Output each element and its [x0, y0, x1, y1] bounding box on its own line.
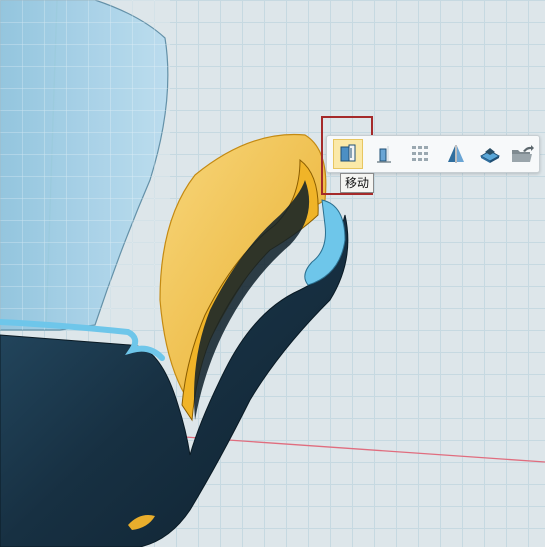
- place-on-surface-tool-button[interactable]: [475, 139, 505, 169]
- move-tool-tooltip: 移动: [340, 173, 375, 193]
- model-scene[interactable]: [0, 0, 545, 547]
- x-axis-line: [184, 436, 545, 463]
- 3d-viewport[interactable]: 移动: [0, 0, 545, 547]
- export-folder-icon: [512, 145, 534, 162]
- mirror-icon: [448, 145, 464, 163]
- align-icon: [377, 146, 391, 163]
- place-on-surface-icon: [479, 148, 501, 163]
- export-tool-button[interactable]: [507, 139, 537, 169]
- array-tool-button[interactable]: [405, 139, 435, 169]
- transform-toolbar: [326, 135, 540, 173]
- glass-shell-grid: [0, 0, 170, 330]
- mirror-tool-button[interactable]: [441, 139, 471, 169]
- align-tool-button[interactable]: [369, 139, 399, 169]
- move-icon: [340, 144, 356, 162]
- move-tool-button[interactable]: [333, 139, 363, 169]
- array-icon: [412, 146, 428, 161]
